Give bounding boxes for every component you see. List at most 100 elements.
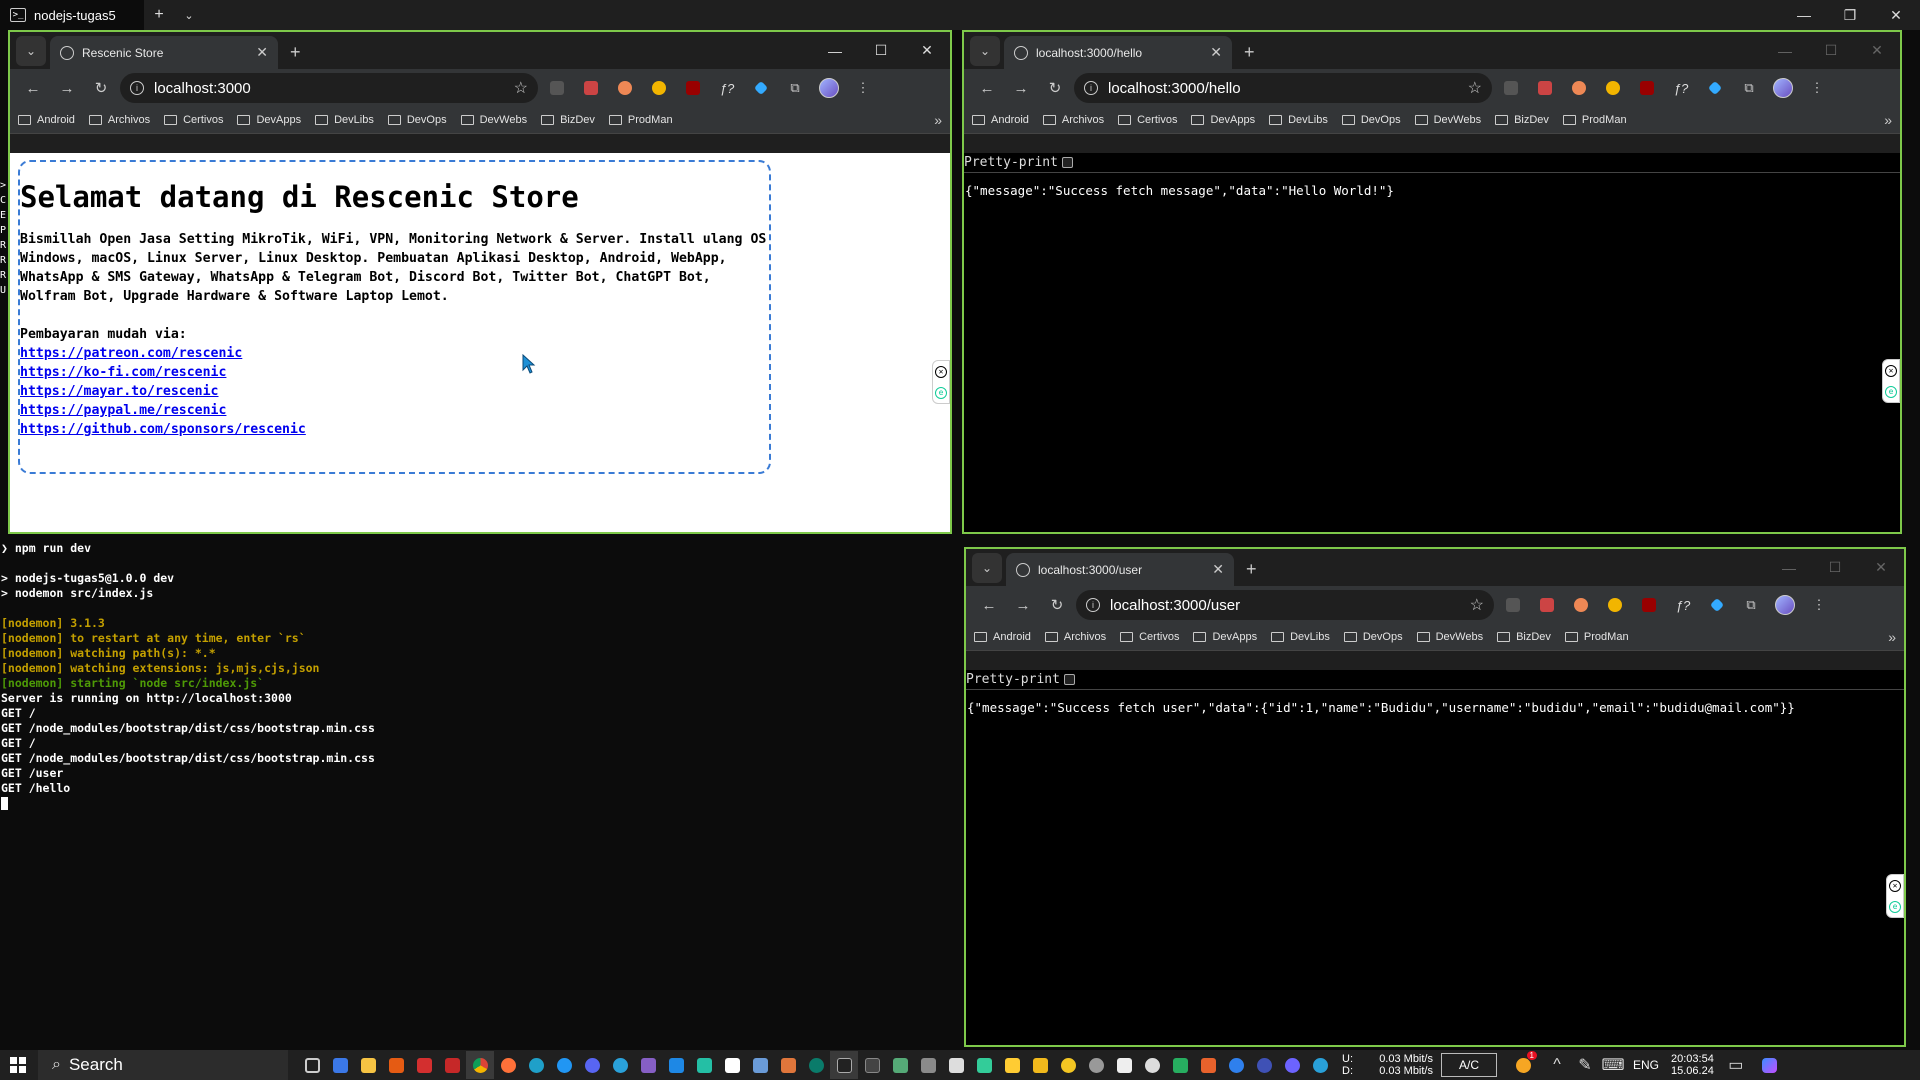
- profile-avatar[interactable]: [1770, 590, 1800, 620]
- app-orange-square-icon[interactable]: [1194, 1051, 1222, 1079]
- weather-icon[interactable]: 1: [1509, 1051, 1537, 1079]
- side-widget[interactable]: ✕ e: [932, 360, 950, 404]
- new-tab-plus-icon[interactable]: +: [144, 0, 174, 30]
- side-widget[interactable]: ✕ e: [1886, 874, 1904, 918]
- new-tab-plus-icon[interactable]: +: [1244, 42, 1255, 63]
- notifications-icon[interactable]: ▭: [1722, 1051, 1750, 1079]
- widget-close-icon[interactable]: ✕: [1885, 364, 1897, 377]
- ac-indicator[interactable]: A/C: [1441, 1053, 1497, 1077]
- restore-icon[interactable]: ❐: [1827, 0, 1873, 30]
- function-extension-icon[interactable]: ƒ?: [1668, 590, 1698, 620]
- vscode-insiders-icon[interactable]: [690, 1051, 718, 1079]
- terminal-app-icon[interactable]: [830, 1051, 858, 1079]
- terminal-tab[interactable]: >_ nodejs-tugas5: [0, 0, 144, 30]
- browser-tab-active[interactable]: localhost:3000/hello ✕: [1004, 36, 1232, 69]
- bookmark-folder[interactable]: Android: [974, 631, 1031, 643]
- close-icon[interactable]: ✕: [1854, 32, 1900, 69]
- link-github-sponsors[interactable]: https://github.com/sponsors/rescenic: [20, 422, 306, 437]
- app-yellow-icon[interactable]: [998, 1051, 1026, 1079]
- gem-extension-icon[interactable]: [746, 73, 776, 103]
- address-bar[interactable]: i localhost:3000/user ☆: [1076, 590, 1494, 620]
- bookmark-folder[interactable]: ProdMan: [608, 114, 673, 126]
- bookmark-folder[interactable]: DevWebs: [1414, 114, 1481, 126]
- widget-e-icon[interactable]: e: [1889, 900, 1901, 913]
- chevron-up-icon[interactable]: ^: [1543, 1051, 1571, 1079]
- app-green-chat-icon[interactable]: [1166, 1051, 1194, 1079]
- extensions-puzzle-icon[interactable]: ⧉: [780, 73, 810, 103]
- tab-dropdown-chevron-icon[interactable]: ⌄: [174, 0, 204, 30]
- bookmark-star-icon[interactable]: ☆: [1470, 595, 1484, 615]
- bookmarks-overflow-icon[interactable]: »: [1888, 629, 1896, 645]
- side-widget[interactable]: ✕ e: [1882, 359, 1900, 403]
- bookmarks-overflow-icon[interactable]: »: [1884, 112, 1892, 128]
- flower-extension-icon[interactable]: [610, 73, 640, 103]
- box-extension-icon[interactable]: [1532, 590, 1562, 620]
- bookmark-folder[interactable]: Certivos: [164, 114, 223, 126]
- app-white-circle-icon[interactable]: [1138, 1051, 1166, 1079]
- task-view-icon[interactable]: [298, 1051, 326, 1079]
- menu-kebab-icon[interactable]: ⋮: [1802, 73, 1832, 103]
- pretty-print-checkbox[interactable]: [1061, 157, 1073, 168]
- app-gray-icon[interactable]: [1082, 1051, 1110, 1079]
- terminal-output[interactable]: ❯ npm run dev > nodejs-tugas5@1.0.0 dev >…: [0, 541, 960, 1050]
- trash-extension-icon[interactable]: [1496, 73, 1526, 103]
- bookmark-folder[interactable]: DevWebs: [1416, 631, 1483, 643]
- pretty-print-checkbox[interactable]: [1063, 674, 1075, 685]
- browser-tab-active[interactable]: localhost:3000/user ✕: [1006, 553, 1234, 586]
- app-notes-icon[interactable]: [1110, 1051, 1138, 1079]
- tab-search-chevron-icon[interactable]: ⌄: [16, 36, 46, 66]
- link-kofi[interactable]: https://ko-fi.com/rescenic: [20, 365, 226, 380]
- tab-search-chevron-icon[interactable]: ⌄: [970, 36, 1000, 66]
- bookmark-folder[interactable]: Archivos: [1044, 631, 1106, 643]
- app-window-icon[interactable]: [858, 1051, 886, 1079]
- file-explorer-icon[interactable]: [354, 1051, 382, 1079]
- forward-arrow-icon[interactable]: →: [52, 73, 82, 103]
- bookmark-folder[interactable]: BizDev: [541, 114, 595, 126]
- widget-close-icon[interactable]: ✕: [935, 365, 947, 378]
- vs-orange-icon[interactable]: [774, 1051, 802, 1079]
- coin-extension-icon[interactable]: [1598, 73, 1628, 103]
- start-windows-icon[interactable]: [4, 1051, 32, 1079]
- new-tab-plus-icon[interactable]: +: [290, 42, 301, 63]
- app-teal-icon[interactable]: [802, 1051, 830, 1079]
- link-mayar[interactable]: https://mayar.to/rescenic: [20, 384, 219, 399]
- app-circle-yellow-icon[interactable]: [1054, 1051, 1082, 1079]
- minimize-icon[interactable]: —: [1781, 0, 1827, 30]
- bookmark-folder[interactable]: DevOps: [387, 114, 447, 126]
- trash-extension-icon[interactable]: [1498, 590, 1528, 620]
- function-extension-icon[interactable]: ƒ?: [712, 73, 742, 103]
- reload-icon[interactable]: ↻: [1040, 73, 1070, 103]
- bookmark-star-icon[interactable]: ☆: [514, 78, 528, 98]
- minimize-icon[interactable]: —: [1766, 549, 1812, 586]
- back-arrow-icon[interactable]: ←: [974, 590, 1004, 620]
- bookmark-folder[interactable]: BizDev: [1495, 114, 1549, 126]
- ublock-origin-icon[interactable]: [1634, 590, 1664, 620]
- ublock-origin-icon[interactable]: [678, 73, 708, 103]
- maximize-icon[interactable]: ☐: [1808, 32, 1854, 69]
- widget-close-icon[interactable]: ✕: [1889, 879, 1901, 892]
- tab-close-icon[interactable]: ✕: [1210, 44, 1222, 61]
- app-navy-icon[interactable]: [1250, 1051, 1278, 1079]
- bookmark-folder[interactable]: DevApps: [1191, 114, 1255, 126]
- bookmark-folder[interactable]: Archivos: [88, 114, 150, 126]
- bookmark-folder[interactable]: Certivos: [1118, 114, 1177, 126]
- forward-arrow-icon[interactable]: →: [1008, 590, 1038, 620]
- site-info-icon[interactable]: i: [130, 81, 144, 95]
- address-bar[interactable]: i localhost:3000/hello ☆: [1074, 73, 1492, 103]
- site-info-icon[interactable]: i: [1084, 81, 1098, 95]
- back-arrow-icon[interactable]: ←: [18, 73, 48, 103]
- discord-icon[interactable]: [578, 1051, 606, 1079]
- tab-close-icon[interactable]: ✕: [1212, 561, 1224, 578]
- firefox-icon[interactable]: [494, 1051, 522, 1079]
- bookmark-folder[interactable]: DevOps: [1343, 631, 1403, 643]
- bookmark-folder[interactable]: DevApps: [1193, 631, 1257, 643]
- bookmark-folder[interactable]: Certivos: [1120, 631, 1179, 643]
- new-tab-plus-icon[interactable]: +: [1246, 559, 1257, 580]
- vs-purple-icon[interactable]: [634, 1051, 662, 1079]
- minimize-icon[interactable]: —: [812, 32, 858, 69]
- browser-tab-active[interactable]: Rescenic Store ✕: [50, 36, 278, 69]
- close-icon[interactable]: ✕: [904, 32, 950, 69]
- bookmark-folder[interactable]: DevLibs: [1271, 631, 1330, 643]
- app-red-pen-icon[interactable]: [438, 1051, 466, 1079]
- extensions-puzzle-icon[interactable]: ⧉: [1734, 73, 1764, 103]
